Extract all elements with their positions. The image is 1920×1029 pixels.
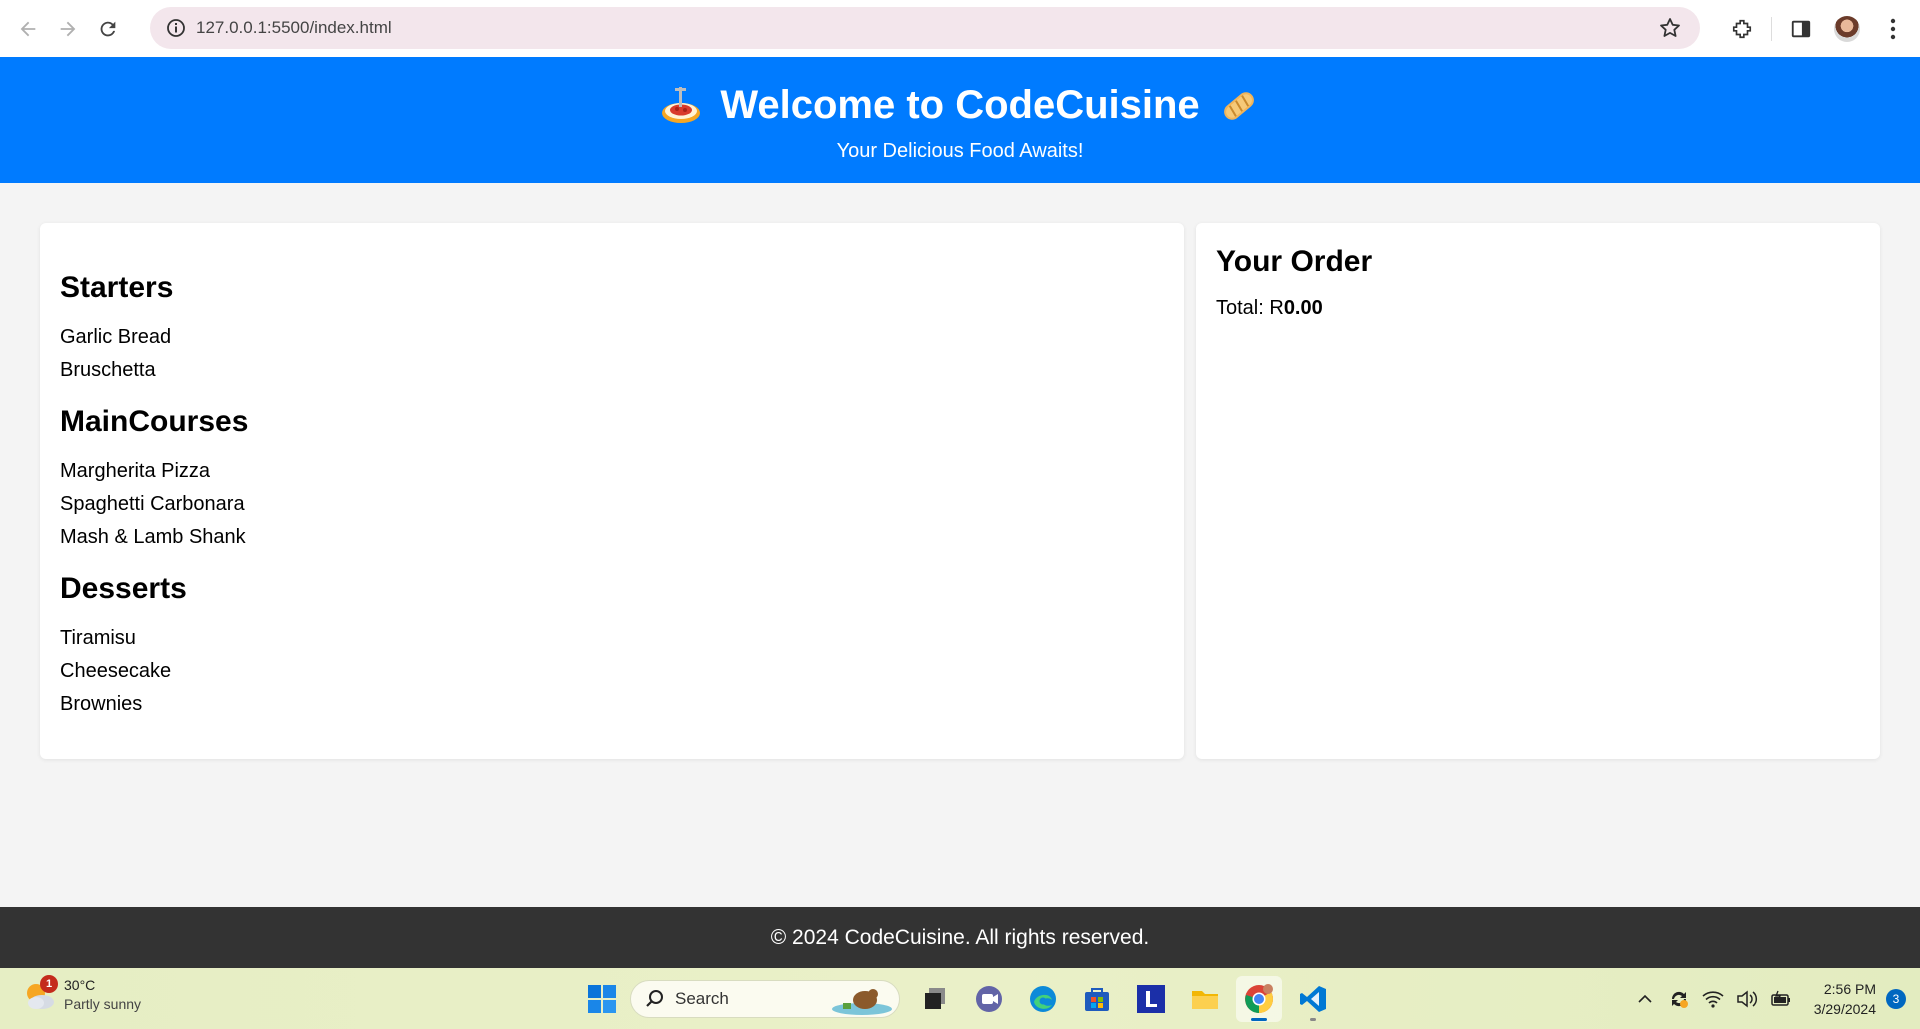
url-text[interactable]: 127.0.0.1:5500/index.html: [196, 18, 392, 38]
category-starters: Starters Garlic Bread Bruschetta: [60, 271, 1164, 387]
search-highlight-icon: [832, 989, 892, 1015]
site-footer: © 2024 CodeCuisine. All rights reserved.: [0, 907, 1920, 968]
active-app-indicator: [1251, 1018, 1267, 1021]
clock-time: 2:56 PM: [1823, 980, 1876, 997]
order-title: Your Order: [1216, 245, 1373, 278]
file-explorer-icon[interactable]: [1182, 976, 1228, 1022]
edge-icon[interactable]: [1020, 976, 1066, 1022]
reload-icon[interactable]: [88, 9, 128, 49]
bread-icon: [1218, 85, 1260, 127]
menu-item-cheesecake[interactable]: Cheesecake: [60, 655, 1164, 688]
site-header: Welcome to CodeCuisine Your Delicious Fo…: [0, 57, 1920, 183]
store-icon[interactable]: [1074, 976, 1120, 1022]
menu-item-mash-lamb-shank[interactable]: Mash & Lamb Shank: [60, 521, 1164, 554]
toolbar-divider: [1771, 16, 1772, 41]
taskbar-apps: Search: [580, 976, 1340, 1022]
category-main-courses: MainCourses Margherita Pizza Spaghetti C…: [60, 405, 1164, 554]
back-arrow-icon[interactable]: [8, 9, 48, 49]
more-menu-icon[interactable]: [1870, 6, 1916, 52]
order-total-value: 0.00: [1283, 297, 1323, 319]
address-bar[interactable]: 127.0.0.1:5500/index.html: [150, 7, 1700, 49]
partly-sunny-icon: 1: [22, 975, 58, 1013]
windows-taskbar: 1 30°C Partly sunny Search 2:56 PM 3/29/…: [0, 968, 1920, 1029]
windows-start-icon[interactable]: [580, 977, 624, 1021]
system-clock[interactable]: 2:56 PM 3/29/2024: [1814, 979, 1876, 1019]
page-title: Welcome to CodeCuisine: [0, 83, 1920, 128]
notification-badge[interactable]: 3: [1886, 988, 1906, 1009]
spaghetti-icon: [660, 85, 702, 127]
extensions-icon[interactable]: [1719, 6, 1765, 52]
wifi-icon[interactable]: [1696, 982, 1730, 1016]
order-total: Total: R0.00: [1216, 297, 1860, 320]
l-app-icon[interactable]: [1128, 976, 1174, 1022]
menu-item-margherita-pizza[interactable]: Margherita Pizza: [60, 455, 1164, 488]
taskbar-search[interactable]: Search: [630, 980, 900, 1018]
teams-icon[interactable]: [966, 976, 1012, 1022]
forward-arrow-icon[interactable]: [48, 9, 88, 49]
site-info-icon[interactable]: [162, 14, 190, 42]
order-panel: Your Order Total: R0.00: [1196, 223, 1880, 759]
menu-item-brownies[interactable]: Brownies: [60, 688, 1164, 721]
category-heading: Starters: [60, 271, 174, 304]
menu-item-spaghetti-carbonara[interactable]: Spaghetti Carbonara: [60, 488, 1164, 521]
footer-copyright: © 2024 CodeCuisine. All rights reserved.: [770, 926, 1150, 949]
side-panel-icon[interactable]: [1778, 6, 1824, 52]
order-total-label: Total: R: [1216, 297, 1284, 319]
page-subtitle: Your Delicious Food Awaits!: [836, 140, 1084, 162]
search-placeholder: Search: [675, 989, 729, 1008]
weather-badge: 1: [40, 975, 58, 993]
browser-toolbar: 127.0.0.1:5500/index.html: [0, 0, 1920, 57]
clock-date: 3/29/2024: [1813, 1000, 1876, 1017]
battery-icon[interactable]: [1764, 982, 1798, 1016]
menu-item-garlic-bread[interactable]: Garlic Bread: [60, 321, 1164, 354]
sync-icon[interactable]: [1662, 982, 1696, 1016]
profile-avatar[interactable]: [1824, 6, 1870, 52]
category-desserts: Desserts Tiramisu Cheesecake Brownies: [60, 572, 1164, 721]
file-viewer-icon[interactable]: [912, 976, 958, 1022]
weather-condition: Partly sunny: [64, 996, 142, 1012]
page-title-text: Welcome to CodeCuisine: [720, 83, 1200, 127]
open-app-indicator: [1310, 1018, 1316, 1021]
weather-widget[interactable]: 1 30°C Partly sunny: [22, 975, 142, 1014]
menu-item-bruschetta[interactable]: Bruschetta: [60, 354, 1164, 387]
category-heading: Desserts: [60, 572, 187, 605]
bookmark-star-icon[interactable]: [1658, 16, 1682, 40]
menu-panel: Starters Garlic Bread Bruschetta MainCou…: [40, 223, 1184, 759]
chrome-icon[interactable]: [1236, 976, 1282, 1022]
vscode-icon[interactable]: [1290, 976, 1336, 1022]
system-tray: 2:56 PM 3/29/2024 3: [1628, 968, 1920, 1029]
menu-item-tiramisu[interactable]: Tiramisu: [60, 622, 1164, 655]
category-heading: MainCourses: [60, 405, 249, 438]
search-icon: [646, 990, 663, 1007]
volume-icon[interactable]: [1730, 982, 1764, 1016]
weather-temp: 30°C: [64, 977, 96, 993]
chevron-up-icon[interactable]: [1628, 982, 1662, 1016]
